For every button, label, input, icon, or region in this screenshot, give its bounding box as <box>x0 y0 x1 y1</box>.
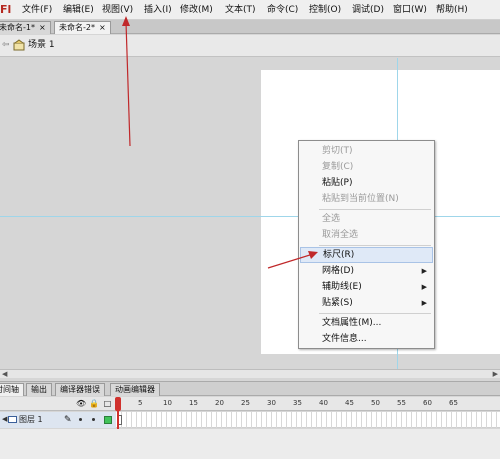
frame-number: 40 <box>319 399 328 407</box>
menu-item-document-properties[interactable]: 文档属性(M)... <box>300 315 433 331</box>
layer-panel[interactable]: ◀ 图层 1 ✎ <box>0 412 116 428</box>
scene-icon <box>13 39 25 51</box>
tab-label: 未命名-2* <box>59 23 95 32</box>
layer-row[interactable]: ◀ 图层 1 ✎ <box>0 412 500 428</box>
frame-cells[interactable] <box>117 412 500 428</box>
frame-number: 25 <box>241 399 250 407</box>
timeline-empty-area <box>0 429 500 459</box>
menu-item-guides[interactable]: 辅助线(E) ▶ <box>300 279 433 295</box>
menu-insert[interactable]: 插入(I) <box>144 0 172 20</box>
eye-icon[interactable]: 👁 <box>76 399 86 408</box>
close-icon[interactable]: × <box>99 23 106 32</box>
frame-number: 20 <box>215 399 224 407</box>
layer-expand-icon: ◀ <box>2 415 8 423</box>
menu-item-cut[interactable]: 剪切(T) <box>300 143 433 159</box>
flash-logo: Fl <box>0 3 12 16</box>
pencil-icon: ✎ <box>64 415 72 425</box>
context-menu: 剪切(T) 复制(C) 粘贴(P) 粘贴到当前位置(N) 全选 取消全选 标尺(… <box>298 140 435 349</box>
frame-number: 65 <box>449 399 458 407</box>
menu-item-deselect-all[interactable]: 取消全选 <box>300 227 433 243</box>
tab-motion-editor[interactable]: 动画编辑器 <box>110 383 160 396</box>
frame-number: 15 <box>189 399 198 407</box>
menu-item-grid[interactable]: 网格(D) ▶ <box>300 263 433 279</box>
menu-item-paste-in-place[interactable]: 粘贴到当前位置(N) <box>300 191 433 207</box>
layer-name[interactable]: 图层 1 <box>19 414 43 426</box>
menu-item-label: 贴紧(S) <box>322 298 353 308</box>
outline-color-box[interactable] <box>104 416 112 424</box>
menu-item-snapping[interactable]: 贴紧(S) ▶ <box>300 295 433 311</box>
menu-item-label: 辅助线(E) <box>322 282 362 292</box>
document-tab-bar: 未命名-1* × 未命名-2* × <box>0 20 500 34</box>
tab-timeline[interactable]: 时间轴 <box>0 383 24 396</box>
frame-number: 10 <box>163 399 172 407</box>
timeline-header: 👁 🔒 □ 1 5 10 15 20 25 30 35 40 45 50 55 … <box>0 397 500 411</box>
menu-debug[interactable]: 调试(D) <box>352 0 384 20</box>
menu-item-label: 网格(D) <box>322 266 354 276</box>
timeline-tab-bar: 时间轴 输出 编译器错误 动画编辑器 <box>0 381 500 396</box>
scene-label: 场景 1 <box>28 40 55 50</box>
menu-item-file-info[interactable]: 文件信息... <box>300 331 433 347</box>
menu-view[interactable]: 视图(V) <box>102 0 133 20</box>
menu-file[interactable]: 文件(F) <box>22 0 52 20</box>
tab-label: 未命名-1* <box>0 23 35 32</box>
tab-output[interactable]: 输出 <box>26 383 52 396</box>
frame-number: 50 <box>371 399 380 407</box>
menu-window[interactable]: 窗口(W) <box>393 0 427 20</box>
menu-separator <box>319 209 431 210</box>
submenu-arrow-icon: ▶ <box>421 283 427 291</box>
frame-number: 35 <box>293 399 302 407</box>
menu-item-select-all[interactable]: 全选 <box>300 211 433 227</box>
frame-number: 55 <box>397 399 406 407</box>
menu-help[interactable]: 帮助(H) <box>436 0 468 20</box>
close-icon[interactable]: × <box>39 23 46 32</box>
scene-bar: ⇦ 场景 1 <box>0 35 500 57</box>
menu-text[interactable]: 文本(T) <box>225 0 256 20</box>
menu-item-copy[interactable]: 复制(C) <box>300 159 433 175</box>
menu-modify[interactable]: 修改(M) <box>180 0 213 20</box>
frame-number: 60 <box>423 399 432 407</box>
frame-number: 45 <box>345 399 354 407</box>
outline-icon[interactable]: □ <box>103 399 112 408</box>
visibility-dot[interactable] <box>79 418 82 421</box>
menu-control[interactable]: 控制(O) <box>309 0 341 20</box>
submenu-arrow-icon: ▶ <box>421 267 427 275</box>
menu-separator <box>319 313 431 314</box>
menu-separator <box>319 245 431 246</box>
menu-bar: Fl 文件(F) 编辑(E) 视图(V) 插入(I) 修改(M) 文本(T) 命… <box>0 0 500 20</box>
lock-icon[interactable]: 🔒 <box>89 399 99 408</box>
tab-compiler-errors[interactable]: 编译器错误 <box>55 383 105 396</box>
lock-dot[interactable] <box>92 418 95 421</box>
menu-item-rulers[interactable]: 标尺(R) <box>300 247 433 263</box>
back-arrow-icon[interactable]: ⇦ <box>2 40 10 50</box>
frame-number: 5 <box>138 399 143 407</box>
frame-number: 30 <box>267 399 276 407</box>
scroll-right-icon[interactable]: ▶ <box>493 370 498 378</box>
menu-item-paste[interactable]: 粘贴(P) <box>300 175 433 191</box>
menu-edit[interactable]: 编辑(E) <box>63 0 94 20</box>
submenu-arrow-icon: ▶ <box>421 299 427 307</box>
layer-icon <box>8 416 17 423</box>
tab-untitled-2[interactable]: 未命名-2* × <box>54 21 111 34</box>
scroll-left-icon[interactable]: ◀ <box>2 370 7 378</box>
tab-untitled-1[interactable]: 未命名-1* × <box>0 21 51 34</box>
horizontal-scrollbar[interactable]: ◀ ▶ <box>0 369 500 378</box>
menu-commands[interactable]: 命令(C) <box>267 0 298 20</box>
